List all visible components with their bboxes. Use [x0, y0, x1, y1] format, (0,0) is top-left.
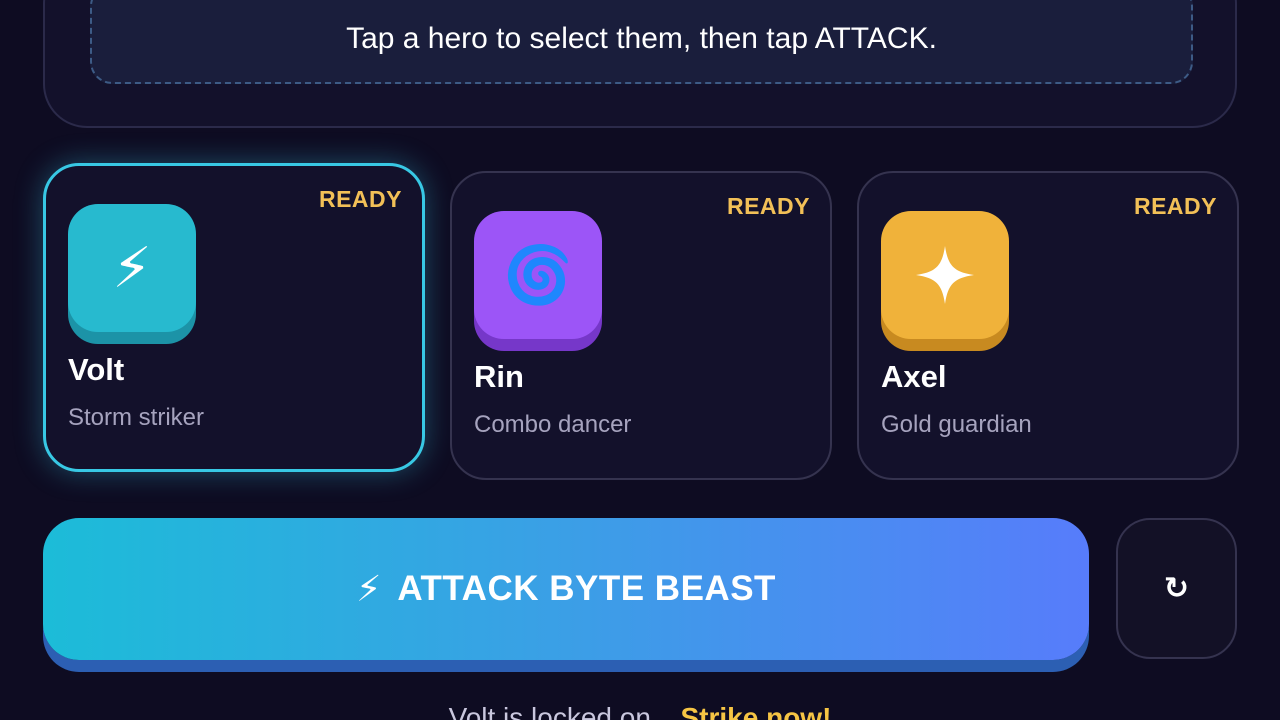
hint-text: Tap a hero to select them, then tap ATTA… — [346, 22, 937, 55]
refresh-icon: ↻ — [1163, 572, 1190, 605]
hero-card-rin[interactable]: READY 🌀 Rin Combo dancer — [450, 171, 832, 480]
hero-card-volt[interactable]: READY ⚡ Volt Storm striker — [43, 163, 425, 472]
status-line: Volt is locked on. Strike now! — [0, 702, 1280, 720]
sparkle-icon — [881, 211, 1009, 339]
hint-panel: Tap a hero to select them, then tap ATTA… — [43, 0, 1237, 128]
status-message: Volt is locked on. — [448, 702, 659, 720]
hero-role: Combo dancer — [474, 411, 632, 438]
hero-role: Gold guardian — [881, 411, 1032, 438]
ready-badge: READY — [726, 193, 810, 219]
hero-name: Axel — [881, 359, 947, 394]
ready-badge: READY — [318, 186, 402, 212]
attack-button[interactable]: ⚡ ATTACK BYTE BEAST — [43, 518, 1089, 660]
lightning-icon: ⚡ — [356, 568, 382, 609]
hero-card-axel[interactable]: READY Axel Gold guardian — [857, 171, 1239, 480]
lightning-icon: ⚡ — [68, 204, 196, 332]
attack-label: ATTACK BYTE BEAST — [397, 569, 776, 608]
sparkle-shape — [916, 246, 974, 304]
hero-name: Volt — [68, 352, 125, 387]
hint-box: Tap a hero to select them, then tap ATTA… — [90, 0, 1193, 84]
reset-button[interactable]: ↻ — [1116, 518, 1237, 659]
ready-badge: READY — [1133, 193, 1217, 219]
hero-role: Storm striker — [68, 404, 205, 431]
hero-name: Rin — [474, 359, 524, 394]
spiral-icon: 🌀 — [474, 211, 602, 339]
status-cta: Strike now! — [680, 702, 832, 720]
